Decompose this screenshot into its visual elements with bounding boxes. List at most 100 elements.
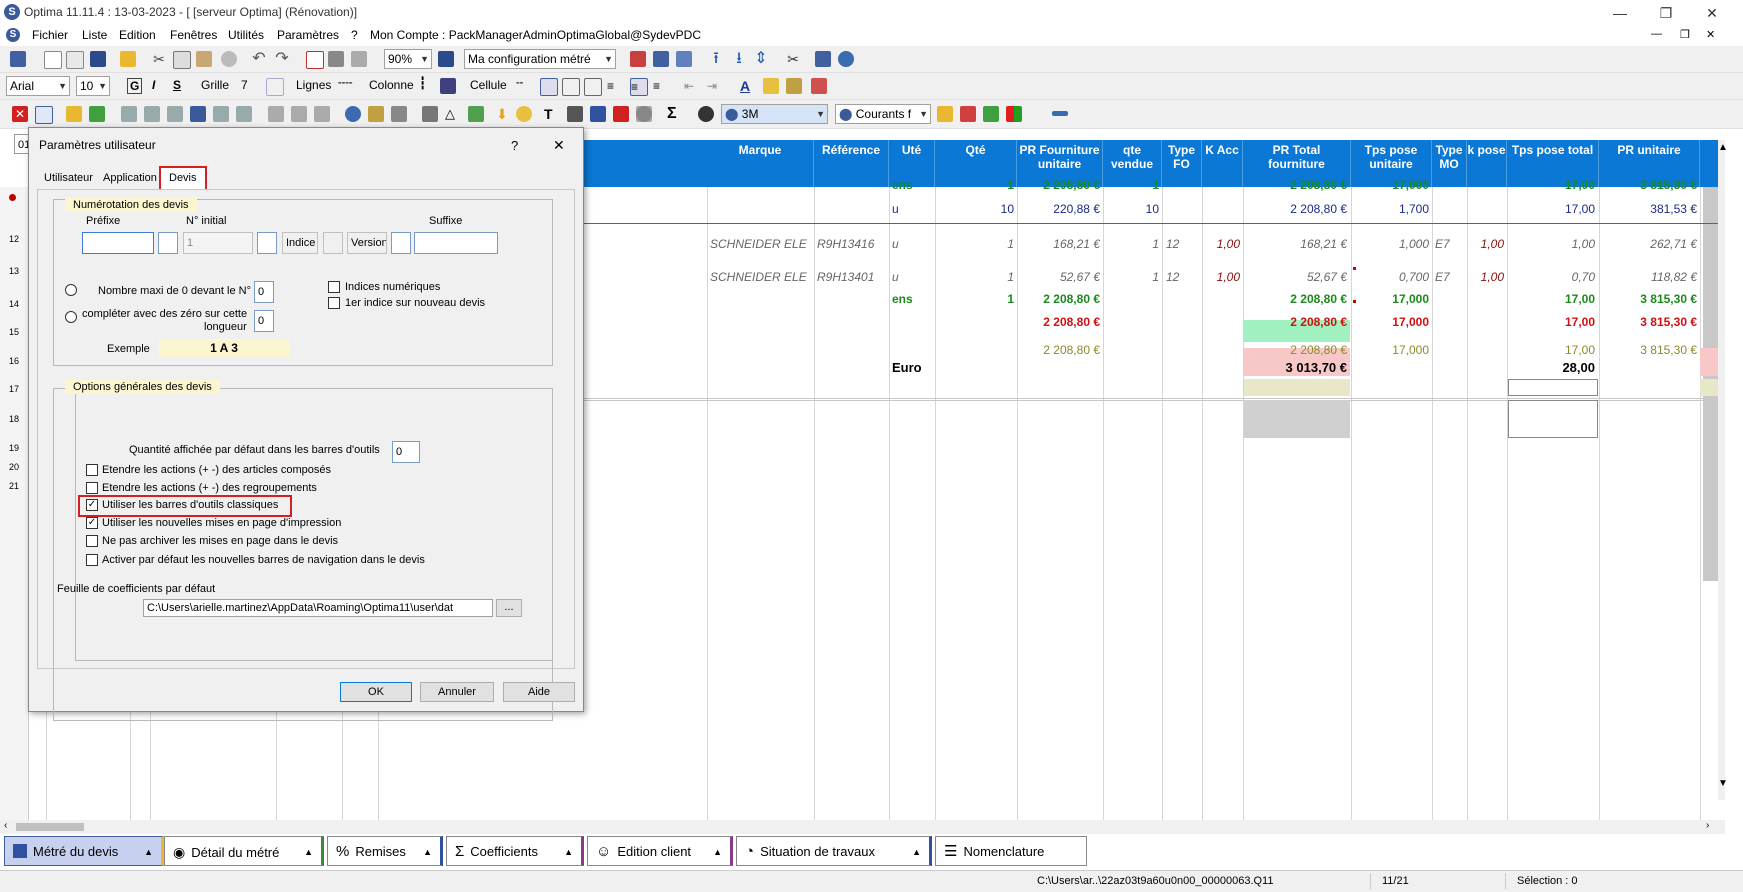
nombre-maxi-radio[interactable] — [65, 284, 77, 296]
menu-parametres[interactable]: Paramètres — [277, 28, 339, 42]
cell-pru[interactable]: 3 815,30 € — [1601, 292, 1697, 306]
row-number-16[interactable]: 16 — [0, 356, 28, 366]
cell-tpsu[interactable]: 1,700 — [1353, 202, 1429, 216]
quantite-input[interactable]: 0 — [392, 441, 420, 463]
mdi-minimize-button[interactable]: — — [1651, 28, 1662, 40]
cell-qtev[interactable]: 1 — [1105, 178, 1159, 192]
add-icon[interactable] — [345, 106, 361, 122]
dialog-help-button[interactable]: ? — [511, 138, 518, 153]
cell-kpose[interactable]: 1,00 — [1469, 237, 1504, 251]
menu-liste[interactable]: Liste — [82, 28, 107, 42]
cellule-style-icon[interactable]: ╌ — [516, 76, 523, 90]
premier-indice-checkbox[interactable] — [328, 297, 340, 309]
link-icon[interactable] — [391, 106, 407, 122]
layout-2-icon[interactable] — [653, 51, 669, 67]
bold-button[interactable]: G — [127, 78, 143, 94]
cell-tpsu[interactable]: 17,000 — [1353, 178, 1429, 192]
header-type-fo[interactable]: Type FO — [1162, 140, 1202, 187]
cell-prtf[interactable]: 52,67 € — [1245, 270, 1347, 284]
prefixe-extra-input[interactable] — [158, 232, 178, 254]
cell-prfu[interactable]: 2 208,80 € — [1019, 178, 1100, 192]
courants-select[interactable]: ⬤ Courants f ▼ — [835, 104, 931, 124]
row-number-18[interactable]: 18 — [0, 414, 28, 424]
activer-navigation-checkbox[interactable] — [86, 554, 98, 566]
delete-icon[interactable]: ✕ — [12, 106, 28, 122]
minimize-button[interactable]: — — [1597, 0, 1643, 26]
cell-ute[interactable]: u — [892, 270, 934, 284]
insert-1-icon[interactable] — [268, 106, 284, 122]
annuler-button[interactable]: Annuler — [420, 682, 494, 702]
fill-color-icon[interactable] — [763, 78, 779, 94]
move-down-icon[interactable]: ⭳ — [731, 51, 747, 67]
etendre-regroupements-checkbox[interactable] — [86, 482, 98, 494]
layout-1-icon[interactable] — [630, 51, 646, 67]
redo-icon[interactable]: ↷ — [274, 51, 290, 67]
cell-qtev[interactable]: 1 — [1105, 270, 1159, 284]
scroll-thumb[interactable] — [16, 823, 84, 831]
header-type-mo[interactable]: Type MO — [1432, 140, 1467, 187]
border-2-icon[interactable] — [562, 78, 580, 96]
move-updown-icon[interactable]: ⇕ — [753, 51, 769, 67]
copy-icon[interactable] — [173, 51, 191, 69]
nouvelles-mises-en-page-checkbox[interactable]: ✓ — [86, 517, 98, 529]
cell-qte[interactable]: 1 — [937, 292, 1014, 306]
cell-kpose[interactable]: 1,00 — [1469, 270, 1504, 284]
tab-devis[interactable]: Devis — [159, 166, 207, 191]
version-extra-input[interactable] — [391, 232, 411, 254]
lignes-style-icon[interactable]: ╌╌ — [338, 76, 352, 90]
cell-pru[interactable]: 381,53 € — [1601, 202, 1697, 216]
color-grid-icon[interactable] — [1006, 106, 1022, 122]
cell-marque[interactable]: SCHNEIDER ELE — [710, 270, 812, 284]
grid-icon[interactable] — [266, 78, 284, 96]
menu-utilites[interactable]: Utilités — [228, 28, 264, 42]
font-select[interactable]: Arial ▼ — [6, 76, 70, 96]
copy-document-icon[interactable] — [66, 51, 84, 69]
maximize-button[interactable]: ❐ — [1643, 0, 1689, 26]
indice-extra-input[interactable] — [323, 232, 343, 254]
cell-qte[interactable]: 1 — [937, 270, 1014, 284]
row-number-17[interactable]: 17 — [0, 384, 28, 394]
align-left-icon[interactable]: ≡ — [607, 78, 623, 94]
level-3-icon[interactable] — [167, 106, 183, 122]
level-5-icon[interactable] — [213, 106, 229, 122]
group-icon[interactable] — [89, 106, 105, 122]
mdi-restore-button[interactable]: ❐ — [1680, 28, 1690, 41]
align-right-icon[interactable]: ≡ — [653, 78, 669, 94]
ninitial-extra-input[interactable] — [257, 232, 277, 254]
outdent-icon[interactable]: ⇥ — [707, 78, 723, 94]
open-folder-icon[interactable] — [120, 51, 136, 67]
calc-icon[interactable] — [368, 106, 384, 122]
underline-button[interactable]: S — [173, 78, 181, 92]
cell-tpst[interactable]: 0,70 — [1509, 270, 1595, 284]
cell-tpsu[interactable]: 17,000 — [1353, 343, 1429, 357]
cell-kacc[interactable]: 1,00 — [1204, 270, 1240, 284]
font-color-icon[interactable]: A — [740, 78, 756, 94]
cell-prfu[interactable]: 2 208,80 € — [1019, 292, 1100, 306]
cut-icon[interactable]: ✂ — [151, 51, 167, 67]
vertical-scrollbar[interactable] — [1718, 140, 1725, 800]
cell-tpst[interactable]: 17,00 — [1509, 178, 1595, 192]
cell-typemo[interactable]: E7 — [1435, 237, 1465, 251]
move-up-icon[interactable]: ⭱ — [708, 51, 724, 67]
cell-pru[interactable]: 3 815,30 € — [1601, 343, 1697, 357]
version-field[interactable]: Version — [347, 232, 387, 254]
brush-icon[interactable] — [786, 78, 802, 94]
ne-pas-archiver-checkbox[interactable] — [86, 535, 98, 547]
cell-prfu[interactable]: 52,67 € — [1019, 270, 1100, 284]
completer-input[interactable]: 0 — [254, 310, 274, 332]
indent-icon[interactable]: ⇤ — [684, 78, 700, 94]
cell-tpsu[interactable]: 0,700 — [1353, 270, 1429, 284]
indice-field[interactable]: Indice — [282, 232, 318, 254]
row-number-12[interactable]: 12 — [0, 234, 28, 244]
etendre-composes-checkbox[interactable] — [86, 464, 98, 476]
scroll-down-icon[interactable]: ▼ — [1718, 778, 1728, 789]
row-number-21[interactable]: 21 — [0, 481, 28, 491]
sum-icon[interactable]: Σ — [667, 106, 683, 122]
cell-prtf[interactable]: 2 208,80 € — [1245, 202, 1347, 216]
horizontal-scrollbar[interactable] — [0, 820, 1725, 834]
cell-pru[interactable]: 3 815,30 € — [1601, 178, 1697, 192]
car-icon[interactable] — [422, 106, 438, 122]
suffixe-input[interactable] — [414, 232, 498, 254]
print-preview-icon[interactable] — [351, 51, 367, 67]
font-size-select[interactable]: 10 ▼ — [76, 76, 110, 96]
